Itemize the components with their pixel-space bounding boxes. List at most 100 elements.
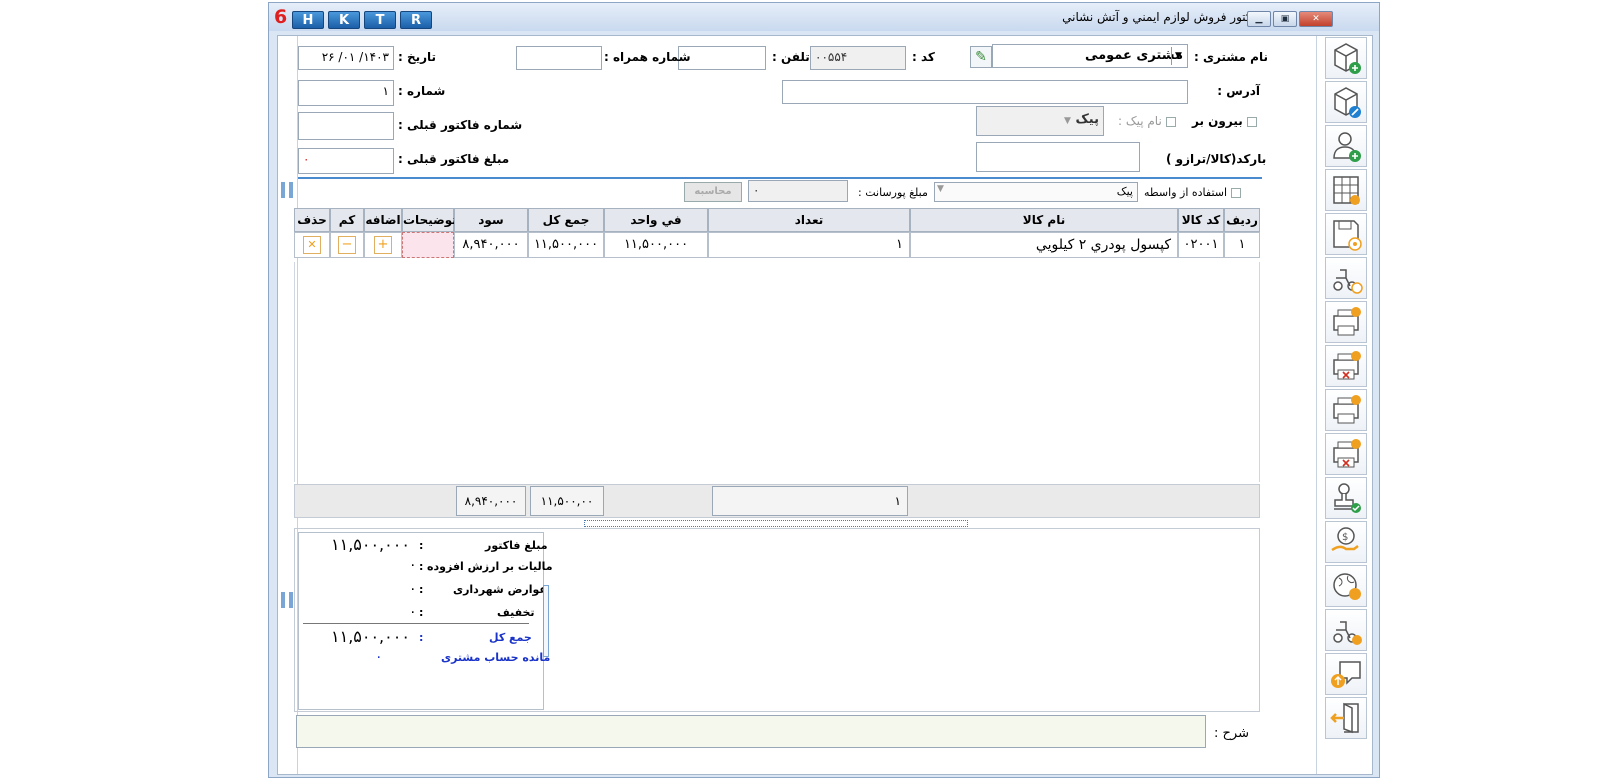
panel-splitter[interactable] <box>584 520 968 527</box>
balance-label: مانده حساب مشتری <box>441 651 551 664</box>
print-info-cancel-icon <box>1333 439 1361 468</box>
col-profit: سود <box>454 208 528 232</box>
svg-text:$: $ <box>1342 532 1348 543</box>
courier-view-button[interactable] <box>1325 257 1367 299</box>
balance-value: ۰ <box>375 649 383 665</box>
table-body-area <box>294 262 1260 482</box>
currency-globe-button[interactable] <box>1325 565 1367 607</box>
action-sidebar: $ <box>1316 36 1372 774</box>
use-intermediary-checkbox[interactable]: استفاده از واسطه <box>1144 186 1241 199</box>
save-preview-button[interactable] <box>1325 213 1367 255</box>
barcode-field[interactable] <box>976 142 1140 172</box>
use-intermediary-label: استفاده از واسطه <box>1144 186 1228 199</box>
col-add: اضافه <box>364 208 402 232</box>
prev-invoice-number-field[interactable] <box>298 112 394 140</box>
message-upload-icon <box>1331 661 1361 688</box>
plus-icon[interactable]: + <box>374 236 392 254</box>
mobile-label: شماره همراه : <box>604 50 691 64</box>
add-customer-button[interactable] <box>1325 125 1367 167</box>
add-button[interactable]: + <box>364 232 402 258</box>
outbound-label: بیرون بر <box>1192 114 1243 128</box>
price-table-icon <box>1333 176 1360 205</box>
number-field[interactable]: ۱ <box>298 80 394 106</box>
courier-name-label: نام پیک : <box>1118 114 1162 128</box>
phone-field[interactable] <box>678 46 766 70</box>
chevron-down-icon[interactable]: ▼ <box>1171 47 1185 65</box>
mobile-field[interactable] <box>516 46 602 70</box>
col-desc: توضیحات <box>402 208 457 232</box>
print-invoice-button[interactable] <box>1325 301 1367 343</box>
customer-select[interactable]: مشتری عمومی ▼ <box>992 44 1188 68</box>
exit-button[interactable] <box>1325 697 1367 739</box>
qty-cell[interactable]: ۱ <box>708 232 910 258</box>
address-field[interactable] <box>782 80 1188 104</box>
splitter-marker <box>281 182 285 198</box>
close-icon[interactable]: ✕ <box>303 236 321 254</box>
minimize-button[interactable]: ▁ <box>1247 11 1271 27</box>
phone-label: تلفن : <box>772 50 810 64</box>
courier-payment-button[interactable] <box>1325 609 1367 651</box>
description-field[interactable] <box>296 715 1206 748</box>
shortcut-k-button[interactable]: K <box>328 11 360 29</box>
minus-icon[interactable]: − <box>338 236 356 254</box>
invoice-amount-label: مبلغ فاکتور <box>485 539 548 552</box>
stamp-approve-button[interactable] <box>1325 477 1367 519</box>
shortcut-h-button[interactable]: H <box>292 11 324 29</box>
prev-invoice-amount-field[interactable]: ۰ <box>298 148 394 174</box>
col-unit-price: في واحد <box>604 208 708 232</box>
row-cell: ۱ <box>1224 232 1260 258</box>
shortcut-r-button[interactable]: R <box>400 11 432 29</box>
customer-label: نام مشتری : <box>1194 50 1268 64</box>
name-cell: کپسول پودري ۲ کيلويي <box>910 232 1178 258</box>
payment-hand-button[interactable]: $ <box>1325 521 1367 563</box>
outbound-checkbox[interactable]: بیرون بر <box>1192 114 1257 128</box>
courier-view-icon <box>1333 269 1363 294</box>
total-cell: ۱۱,۵۰۰,۰۰۰ <box>528 232 604 258</box>
desc-cell[interactable] <box>402 232 454 258</box>
window-title: فاكتور فروش لوازم ايمني و آتش نشاني <box>1062 10 1261 24</box>
new-invoice-button[interactable] <box>1325 37 1367 79</box>
date-field[interactable]: ۱۴۰۳/ ۰۱/ ۲۶ <box>298 46 394 70</box>
delete-row-button[interactable]: ✕ <box>294 232 330 258</box>
unit-price-cell[interactable]: ۱۱,۵۰۰,۰۰۰ <box>604 232 708 258</box>
new-invoice-icon <box>1334 43 1361 74</box>
use-intermediary-check[interactable] <box>1230 188 1241 198</box>
intermediary-select[interactable]: پیک ▼ <box>934 182 1138 202</box>
calculate-button[interactable]: محاسبه <box>684 182 742 202</box>
price-table-button[interactable] <box>1325 169 1367 211</box>
edit-invoice-icon <box>1334 87 1361 118</box>
address-label: آدرس : <box>1217 84 1260 98</box>
pencil-icon: ✎ <box>975 49 987 65</box>
date-label: تاریخ : <box>398 50 437 64</box>
invoice-amount-value: ۱۱,۵۰۰,۰۰۰ <box>331 535 410 554</box>
stamp-approve-icon <box>1334 483 1361 513</box>
edit-invoice-button[interactable] <box>1325 81 1367 123</box>
commission-field[interactable]: ۰ <box>748 180 848 202</box>
col-name: نام کالا <box>910 208 1178 232</box>
col-delete: حذف <box>294 208 330 232</box>
less-button[interactable]: − <box>330 232 364 258</box>
summary-collapse-handle[interactable] <box>543 585 549 657</box>
print-info-cancel-button[interactable] <box>1325 433 1367 475</box>
col-row: ردیف <box>1224 208 1260 232</box>
discount-label: تخفیف <box>497 606 535 619</box>
edit-customer-button[interactable]: ✎ <box>970 46 992 68</box>
message-upload-button[interactable] <box>1325 653 1367 695</box>
number-label: شماره : <box>398 84 446 98</box>
print-cancel-button[interactable] <box>1325 345 1367 387</box>
splitter-marker <box>289 182 293 198</box>
prev-invoice-amount-label: مبلغ فاکتور قبلی : <box>398 152 510 166</box>
print-info-icon <box>1333 395 1361 424</box>
courier-name-checkbox[interactable]: نام پیک : <box>1118 114 1176 128</box>
courier-name-check[interactable] <box>1165 116 1176 127</box>
courier-select[interactable]: پیک ▼ <box>976 106 1104 136</box>
title-bar: 6 H K T R فاكتور فروش لوازم ايمني و آتش … <box>269 3 1379 31</box>
maximize-button[interactable]: ▣ <box>1273 11 1297 27</box>
print-info-button[interactable] <box>1325 389 1367 431</box>
add-customer-icon <box>1333 132 1361 162</box>
close-button[interactable]: ✕ <box>1299 11 1333 27</box>
code-field[interactable]: ۰۰۵۵۴ <box>810 46 906 70</box>
shortcut-t-button[interactable]: T <box>364 11 396 29</box>
grand-total-label: جمع کل <box>489 631 532 644</box>
outbound-check[interactable] <box>1246 116 1257 127</box>
